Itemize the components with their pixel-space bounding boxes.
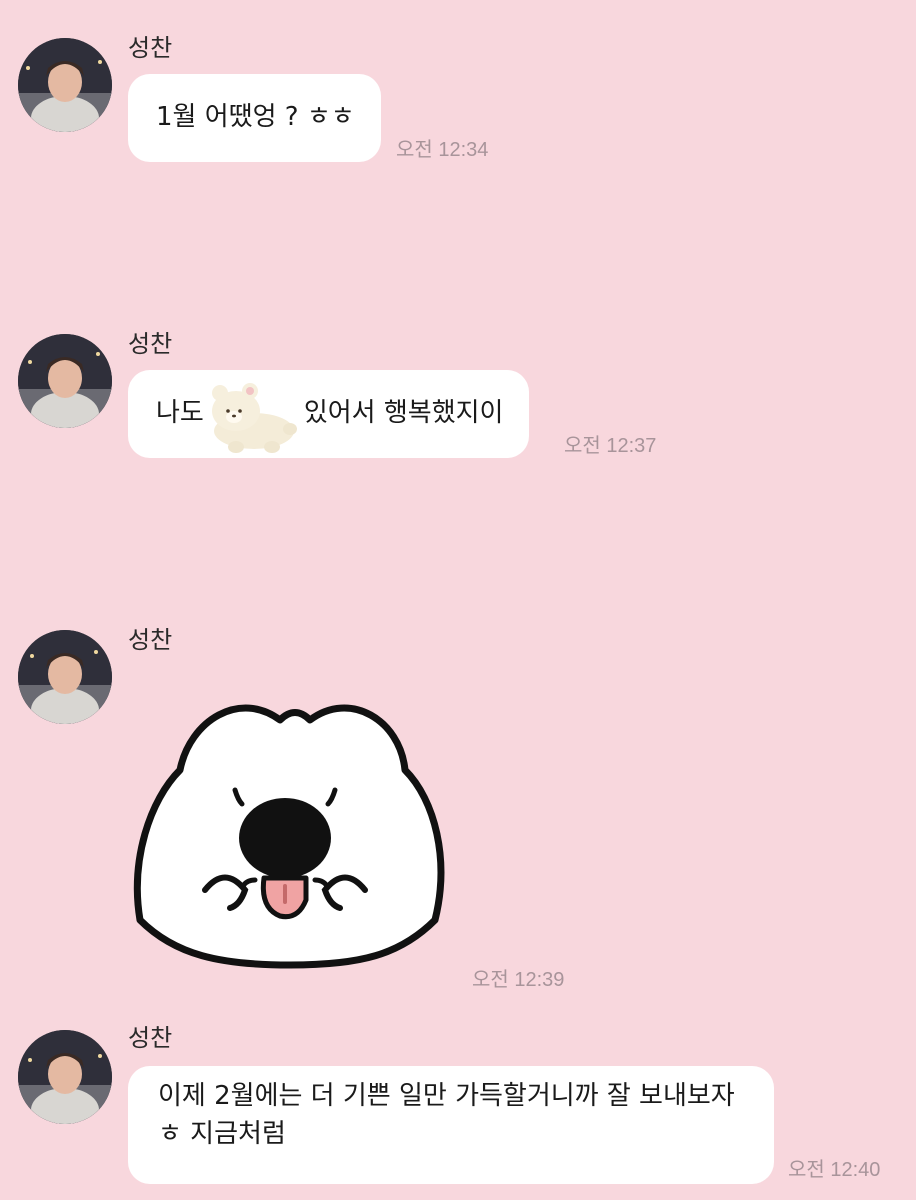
sender-name: 성찬: [128, 1024, 173, 1052]
message-text-line: ㅎ 지금처럼: [158, 1118, 286, 1149]
avatar[interactable]: [18, 630, 112, 724]
avatar[interactable]: [18, 1030, 112, 1124]
message-time: 오전 12:37: [564, 435, 657, 457]
profile-photo: [18, 334, 112, 428]
message-text-before: 나도: [156, 398, 204, 429]
message-bubble[interactable]: 1월 어땠엉 ? ㅎㅎ: [128, 74, 381, 162]
profile-photo: [18, 38, 112, 132]
profile-photo: [18, 1030, 112, 1124]
message-time: 오전 12:39: [472, 969, 565, 991]
profile-photo: [18, 630, 112, 724]
bear-plush-icon: [206, 371, 302, 457]
message-text-line: 이제 2월에는 더 기쁜 일만 가득할거니까 잘 보내보자: [158, 1081, 735, 1111]
sender-name: 성찬: [128, 330, 173, 358]
message-text: 1월 어땠엉 ? ㅎㅎ: [156, 102, 355, 133]
avatar[interactable]: [18, 38, 112, 132]
white-puppy-sticker[interactable]: [130, 690, 450, 970]
sender-name: 성찬: [128, 626, 173, 654]
message-text-after: 있어서 행복했지이: [303, 398, 504, 429]
avatar[interactable]: [18, 334, 112, 428]
sender-name: 성찬: [128, 34, 173, 62]
message-time: 오전 12:40: [788, 1159, 881, 1181]
message-bubble[interactable]: 나도 있어서 행복했지이: [128, 370, 530, 458]
message-bubble[interactable]: 이제 2월에는 더 기쁜 일만 가득할거니까 잘 보내보자 ㅎ 지금처럼: [128, 1066, 774, 1184]
message-time: 오전 12:34: [396, 139, 489, 161]
